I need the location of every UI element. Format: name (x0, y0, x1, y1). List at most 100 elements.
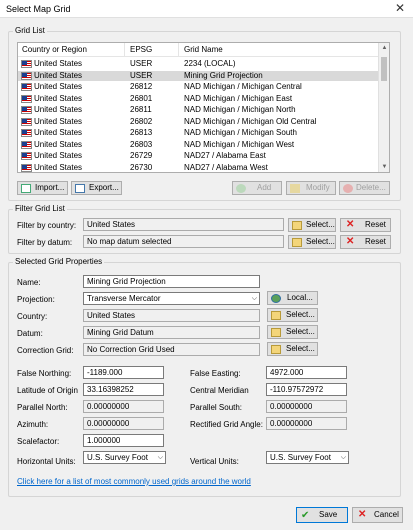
datum-label: Datum: (17, 329, 43, 338)
us-flag-icon (21, 83, 32, 91)
grid-list-group-title: Grid List (13, 26, 47, 35)
us-flag-icon (21, 140, 32, 149)
table-row[interactable]: United States 26812 NAD Michigan / Michiga… (18, 82, 379, 92)
datum-select-button[interactable]: Select... (267, 325, 318, 339)
delete-button[interactable]: Delete... (339, 181, 390, 195)
cell-epsg: 26803 (130, 139, 153, 149)
table-row[interactable]: United States USER Mining Grid Projection (18, 70, 379, 81)
parallel-north-field: 0.00000000 (83, 400, 164, 413)
cancel-button[interactable]: ✕ Cancel (352, 507, 403, 523)
scroll-up-icon[interactable]: ▲ (379, 43, 389, 53)
false-easting-label: False Easting: (190, 369, 241, 378)
us-flag-icon (21, 152, 32, 160)
scroll-down-icon[interactable]: ▼ (379, 162, 389, 172)
central-meridian-input[interactable]: -110.97572972 (266, 383, 347, 396)
false-northing-input[interactable]: -1189.000 (83, 366, 164, 379)
search-folder-icon (271, 328, 281, 337)
false-easting-input[interactable]: 4972.000 (266, 366, 347, 379)
search-folder-icon (292, 238, 302, 247)
table-row[interactable]: United States 26729 NAD27 / Alabama East (18, 151, 379, 161)
rectified-angle-label: Rectified Grid Angle: (190, 420, 263, 429)
grid-list-table[interactable]: Country or Region EPSG Grid Name United … (17, 42, 390, 173)
scalefactor-input[interactable]: 1.000000 (83, 434, 164, 447)
filter-country-reset-button[interactable]: ✕ Reset (340, 218, 391, 232)
column-separator[interactable] (178, 43, 179, 57)
column-header-country[interactable]: Country or Region (22, 45, 87, 54)
column-header-grid-name[interactable]: Grid Name (184, 45, 223, 54)
filter-datum-select-button[interactable]: Select... (288, 235, 336, 249)
import-button-label: Import... (35, 183, 65, 192)
local-button[interactable]: Local... (267, 291, 318, 305)
vertical-units-select[interactable]: U.S. Survey Foot ⌵ (266, 451, 349, 464)
delete-button-label: Delete... (356, 183, 386, 192)
cell-grid-name: NAD Michigan / Michigan West (184, 139, 295, 149)
search-folder-icon (292, 221, 302, 230)
us-flag-icon (21, 60, 32, 68)
cell-country: United States (34, 59, 83, 68)
filter-country-label: Filter by country: (17, 221, 77, 230)
column-header-epsg[interactable]: EPSG (130, 45, 152, 54)
filter-datum-reset-button[interactable]: ✕ Reset (340, 235, 391, 249)
table-row[interactable]: United States 26730 NAD27 / Alabama West (18, 163, 379, 173)
import-button[interactable]: Import... (17, 181, 68, 195)
save-button[interactable]: ✔ Save (296, 507, 348, 523)
search-folder-icon (271, 311, 281, 320)
us-flag-icon (21, 129, 32, 137)
cancel-button-label: Cancel (374, 510, 399, 519)
add-button[interactable]: Add (232, 181, 282, 195)
select-button-label: Select... (286, 327, 315, 336)
search-folder-icon (271, 345, 281, 354)
table-row[interactable]: United States 26813 NAD Michigan / Michiga… (18, 128, 379, 138)
filter-country-field: United States (83, 218, 284, 231)
modify-button[interactable]: Modify (286, 181, 336, 195)
table-row[interactable]: United States 26811 NAD Michigan / Michiga… (18, 105, 379, 115)
add-button-label: Add (257, 183, 272, 192)
correction-grid-label: Correction Grid: (17, 346, 74, 355)
horizontal-units-label: Horizontal Units: (17, 457, 76, 466)
list-scrollbar[interactable]: ▲ ▼ (378, 43, 389, 172)
latitude-origin-input[interactable]: 33.16398252 (83, 383, 164, 396)
close-icon[interactable]: ✕ (387, 0, 413, 18)
cell-grid-name: NAD Michigan / Michigan Old Central (184, 116, 317, 126)
cell-country: United States (34, 82, 83, 91)
cell-country: United States (34, 139, 83, 149)
cell-epsg: 26801 (130, 93, 153, 103)
filter-country-select-button[interactable]: Select... (288, 218, 336, 232)
table-row[interactable]: United States 26803 NAD Michigan / Michiga… (18, 140, 379, 150)
correction-grid-select-button[interactable]: Select... (267, 342, 318, 356)
horizontal-units-select[interactable]: U.S. Survey Foot ⌵ (83, 451, 166, 464)
cell-grid-name: NAD Michigan / Michigan East (184, 93, 293, 103)
reset-button-label: Reset (365, 220, 386, 229)
parallel-north-label: Parallel North: (17, 403, 68, 412)
azimuth-field: 0.00000000 (83, 417, 164, 430)
cell-grid-name: NAD27 / Alabama East (184, 151, 266, 160)
us-flag-icon (21, 117, 32, 126)
close-icon: ✕ (346, 219, 355, 230)
name-input[interactable]: Mining Grid Projection (83, 275, 260, 288)
scroll-thumb[interactable] (381, 57, 387, 81)
rectified-angle-field: 0.00000000 (266, 417, 347, 430)
table-row[interactable]: United States USER 2234 (LOCAL) (18, 59, 379, 69)
cell-epsg: 26811 (130, 105, 152, 114)
globe-icon (271, 294, 281, 303)
table-row[interactable]: United States 26801 NAD Michigan / Michiga… (18, 94, 379, 104)
common-grids-link[interactable]: Click here for a list of most commonly u… (17, 477, 251, 486)
parallel-south-label: Parallel South: (190, 403, 243, 412)
country-field: United States (83, 309, 260, 322)
cell-country: United States (34, 162, 83, 172)
cell-grid-name: NAD27 / Alabama West (184, 162, 268, 172)
filter-group-title: Filter Grid List (13, 204, 67, 213)
export-button-label: Export... (89, 183, 119, 192)
projection-select[interactable]: Transverse Mercator ⌵ (83, 292, 260, 305)
export-button[interactable]: Export... (71, 181, 122, 195)
us-flag-icon (21, 71, 32, 80)
cell-country: United States (34, 128, 83, 137)
cell-country: United States (34, 70, 83, 80)
import-icon (21, 184, 31, 193)
country-label: Country: (17, 312, 48, 321)
column-separator[interactable] (124, 43, 125, 57)
country-select-button[interactable]: Select... (267, 308, 318, 322)
table-row[interactable]: United States 26802 NAD Michigan / Michiga… (18, 117, 379, 127)
cell-country: United States (34, 105, 83, 114)
us-flag-icon (21, 106, 32, 114)
